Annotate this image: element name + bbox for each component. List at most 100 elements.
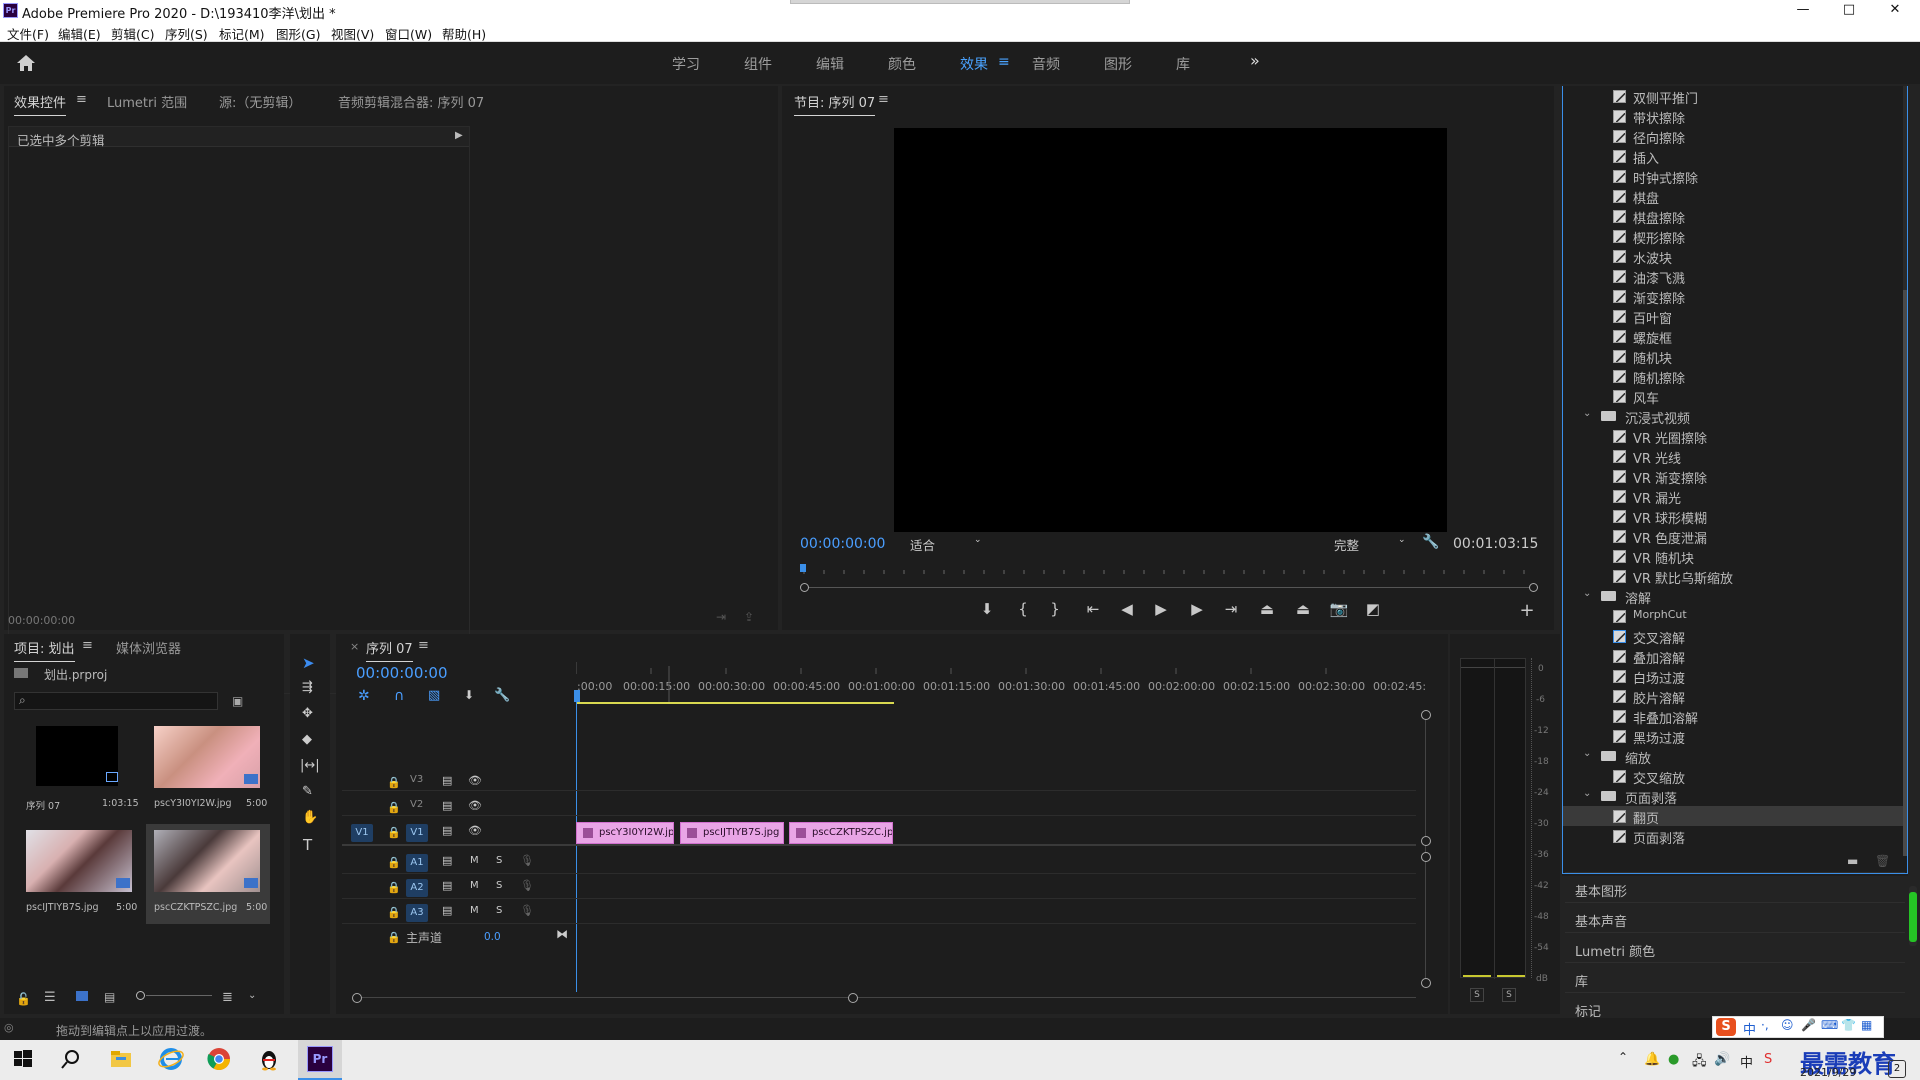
effects-item[interactable]: 白场过渡 bbox=[1563, 666, 1903, 687]
program-ruler[interactable] bbox=[794, 564, 1552, 574]
folder-chevron-down-icon[interactable]: ⌄ bbox=[1583, 589, 1593, 599]
timeline-horizontal-scrollbar[interactable] bbox=[352, 993, 1422, 1003]
effects-item[interactable]: VR 渐变擦除 bbox=[1563, 466, 1903, 487]
project-search-input[interactable]: ⌕ bbox=[14, 692, 218, 710]
effects-item[interactable]: 页面剥落 bbox=[1563, 826, 1903, 847]
settings-wrench-icon[interactable]: 🔧 bbox=[1422, 534, 1439, 550]
button-editor-plus-icon[interactable]: + bbox=[1516, 600, 1538, 621]
effects-item[interactable]: 交叉缩放 bbox=[1563, 766, 1903, 787]
export-frame-icon[interactable]: ⇥ bbox=[716, 610, 726, 624]
tray-network-icon[interactable]: 🖧 bbox=[1692, 1052, 1707, 1074]
effects-item[interactable]: 随机擦除 bbox=[1563, 366, 1903, 387]
workspace-menu-icon[interactable]: ≡ bbox=[998, 54, 1010, 70]
effects-scrollbar[interactable] bbox=[1903, 86, 1907, 856]
list-view-icon[interactable]: ☰ bbox=[44, 990, 56, 1005]
play-icon[interactable]: ▶ bbox=[1150, 600, 1172, 618]
workspace-effects[interactable]: 效果 bbox=[960, 54, 988, 74]
add-marker-icon[interactable]: ⬇ bbox=[976, 600, 998, 618]
menu-clip[interactable]: 剪辑(C) bbox=[111, 24, 154, 43]
zoom-scrollbar[interactable] bbox=[800, 583, 1540, 593]
slip-tool-icon[interactable]: |↔| bbox=[300, 758, 320, 773]
step-back-icon[interactable]: ◀ bbox=[1116, 600, 1138, 618]
quality-select[interactable]: 完整 ⌄ bbox=[1326, 534, 1412, 553]
effects-item[interactable]: 水波块 bbox=[1563, 246, 1903, 267]
workspace-editing[interactable]: 编辑 bbox=[816, 54, 844, 74]
ime-mode-icon[interactable]: 中 bbox=[1743, 1019, 1756, 1038]
ime-punctuation-icon[interactable]: ·, bbox=[1761, 1018, 1769, 1032]
timeline-ruler[interactable] bbox=[576, 662, 1416, 702]
type-tool-icon[interactable]: T bbox=[303, 836, 312, 854]
solo-right-button[interactable]: S bbox=[1502, 988, 1516, 1002]
effects-item[interactable]: 交叉溶解 bbox=[1563, 626, 1903, 647]
timeline-clip[interactable]: pscIJTIYB7S.jpg bbox=[680, 822, 784, 844]
scroll-handle-right[interactable] bbox=[1529, 583, 1538, 592]
effects-item[interactable]: 随机块 bbox=[1563, 346, 1903, 367]
home-icon[interactable] bbox=[16, 54, 36, 72]
panel-lumetri-color[interactable]: Lumetri 颜色 bbox=[1565, 932, 1905, 962]
ime-keyboard-icon[interactable]: ⌨ bbox=[1821, 1018, 1838, 1032]
menu-view[interactable]: 视图(V) bbox=[331, 24, 374, 43]
effects-item[interactable]: VR 默比乌斯缩放 bbox=[1563, 566, 1903, 587]
tray-sogou-icon[interactable]: S bbox=[1764, 1052, 1772, 1067]
ripple-edit-tool-icon[interactable]: ✥ bbox=[302, 706, 313, 721]
close-button[interactable]: ✕ bbox=[1872, 0, 1918, 22]
hand-tool-icon[interactable]: ✋ bbox=[302, 810, 318, 825]
tray-ime-icon[interactable]: 中 bbox=[1740, 1052, 1753, 1071]
effects-item[interactable]: 渐变擦除 bbox=[1563, 286, 1903, 307]
panel-libraries[interactable]: 库 bbox=[1565, 962, 1905, 992]
tab-media-browser[interactable]: 媒体浏览器 bbox=[116, 638, 181, 657]
tab-effect-controls[interactable]: 效果控件 bbox=[14, 92, 67, 116]
tab-source[interactable]: 源:（无剪辑） bbox=[219, 92, 301, 111]
effects-item[interactable]: 径向擦除 bbox=[1563, 126, 1903, 147]
tab-project[interactable]: 项目: 划出 bbox=[14, 638, 75, 662]
linked-selection-icon[interactable]: ▧ bbox=[428, 688, 440, 703]
razor-tool-icon[interactable]: ◆ bbox=[302, 732, 312, 747]
menu-window[interactable]: 窗口(W) bbox=[385, 24, 432, 43]
go-to-out-icon[interactable]: ⇥ bbox=[1220, 600, 1242, 618]
scroll-handle-left[interactable] bbox=[800, 583, 809, 592]
windows-start-icon[interactable] bbox=[10, 1046, 38, 1074]
timeline-settings-wrench-icon[interactable]: 🔧 bbox=[494, 688, 510, 703]
effects-item[interactable]: VR 光圈擦除 bbox=[1563, 426, 1903, 447]
effects-item[interactable]: 百叶窗 bbox=[1563, 306, 1903, 327]
tab-effect-controls-menu-icon[interactable]: ≡ bbox=[76, 92, 87, 107]
ime-voice-icon[interactable]: 🎤 bbox=[1801, 1018, 1816, 1032]
ime-emoji-icon[interactable]: ☺ bbox=[1781, 1018, 1794, 1032]
mark-in-icon[interactable]: { bbox=[1012, 600, 1034, 618]
effects-item[interactable]: 带状擦除 bbox=[1563, 106, 1903, 127]
tab-lumetri-scopes[interactable]: Lumetri 范围 bbox=[107, 92, 187, 111]
ime-toolbox-icon[interactable]: ▦ bbox=[1861, 1018, 1872, 1032]
effects-folder[interactable]: ⌄ 页面剥落 bbox=[1563, 786, 1903, 808]
effects-item[interactable]: 油漆飞溅 bbox=[1563, 266, 1903, 287]
effects-item[interactable]: MorphCut bbox=[1563, 606, 1903, 626]
timeline-timecode[interactable]: 00:00:00:00 bbox=[356, 664, 448, 682]
workspace-learn[interactable]: 学习 bbox=[672, 54, 700, 74]
effects-item[interactable]: 螺旋框 bbox=[1563, 326, 1903, 347]
lift-icon[interactable]: ⏏ bbox=[1256, 600, 1278, 618]
lock-icon[interactable]: 🔓 bbox=[16, 992, 31, 1006]
qq-penguin-icon[interactable] bbox=[256, 1046, 284, 1074]
close-sequence-icon[interactable]: × bbox=[350, 640, 359, 653]
effects-item[interactable]: 棋盘 bbox=[1563, 186, 1903, 207]
workspace-audio[interactable]: 音频 bbox=[1032, 54, 1060, 74]
effects-item[interactable]: 楔形擦除 bbox=[1563, 226, 1903, 247]
tab-audio-clip-mixer[interactable]: 音频剪辑混合器: 序列 07 bbox=[338, 92, 484, 111]
minimize-button[interactable]: — bbox=[1780, 0, 1826, 22]
panel-essential-sound[interactable]: 基本声音 bbox=[1565, 902, 1905, 932]
timeline-clip[interactable]: pscY3I0YI2W.jp bbox=[576, 822, 674, 844]
effects-item[interactable]: VR 随机块 bbox=[1563, 546, 1903, 567]
effects-item[interactable]: VR 色度泄漏 bbox=[1563, 526, 1903, 547]
effects-item[interactable]: VR 漏光 bbox=[1563, 486, 1903, 507]
tray-security-icon[interactable]: ● bbox=[1668, 1052, 1679, 1067]
effects-folder[interactable]: ⌄ 溶解 bbox=[1563, 586, 1903, 608]
freeform-view-icon[interactable]: ▤ bbox=[104, 990, 115, 1004]
icon-view-icon[interactable] bbox=[76, 991, 88, 1001]
menu-marker[interactable]: 标记(M) bbox=[219, 24, 265, 43]
tray-volume-icon[interactable]: 🔊 bbox=[1714, 1052, 1730, 1067]
ime-skin-icon[interactable]: 👕 bbox=[1841, 1018, 1856, 1032]
premiere-taskbar-button[interactable]: Pr bbox=[298, 1040, 342, 1080]
effects-item[interactable]: 翻页 bbox=[1563, 806, 1903, 827]
add-marker-timeline-icon[interactable]: ⬇ bbox=[464, 688, 474, 702]
snap-magnet-icon[interactable]: ∩ bbox=[394, 688, 404, 704]
step-forward-icon[interactable]: ▶ bbox=[1186, 600, 1208, 618]
